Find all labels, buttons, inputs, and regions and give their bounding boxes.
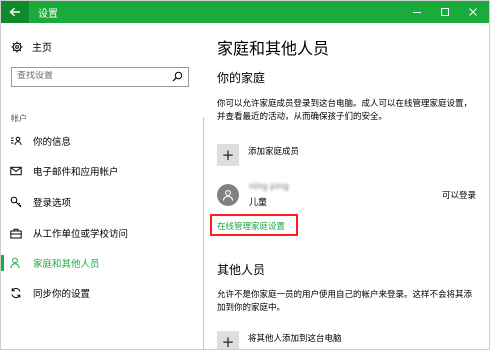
sidebar-item-work-school[interactable]: 从工作单位或学校访问 [1, 221, 199, 245]
add-family-member-label: 添加家庭成员 [248, 147, 300, 157]
sidebar-item-sign-in-options[interactable]: 登录选项 [1, 190, 199, 214]
sidebar-item-sync[interactable]: 同步你的设置 [1, 281, 199, 305]
plus-icon: + [217, 331, 239, 349]
arrow-left-icon [9, 7, 20, 17]
search-icon [172, 71, 183, 82]
search-input[interactable] [17, 71, 167, 81]
sync-icon [9, 286, 23, 300]
person-icon [9, 256, 23, 270]
add-family-member-button[interactable]: + 添加家庭成员 [217, 144, 299, 166]
home-label: 主页 [32, 43, 52, 54]
settings-window: 设置 主页 帐户 你的信息 电子邮件和应用帐户 登录 [0, 0, 490, 350]
sidebar-item-your-info[interactable]: 你的信息 [1, 129, 199, 153]
sidebar-item-email-accounts[interactable]: 电子邮件和应用帐户 [1, 159, 199, 183]
family-heading: 你的家庭 [217, 71, 266, 85]
family-member-row[interactable]: ning ping 儿童 可以登录 [217, 180, 479, 210]
avatar [217, 184, 239, 206]
member-name: ning ping [249, 182, 289, 192]
sidebar-item-label: 同步你的设置 [33, 289, 91, 300]
sidebar-item-label: 登录选项 [33, 198, 72, 209]
manage-family-link[interactable]: 在线管理家庭设置 [217, 220, 285, 232]
other-people-heading: 其他人员 [217, 263, 266, 277]
page-title: 家庭和其他人员 [217, 39, 330, 58]
person-icon [222, 190, 234, 201]
member-status: 可以登录 [442, 191, 477, 201]
briefcase-icon [9, 226, 23, 240]
active-indicator [1, 255, 4, 271]
back-button[interactable] [1, 1, 29, 23]
minimize-icon [413, 12, 421, 13]
section-label-accounts: 帐户 [11, 114, 27, 123]
sidebar: 主页 帐户 你的信息 电子邮件和应用帐户 登录选项 从工作单位或学校访问 家庭和… [1, 23, 199, 349]
title-bar: 设置 [1, 1, 489, 23]
close-icon [469, 8, 477, 16]
close-button[interactable] [459, 1, 487, 23]
sidebar-item-label: 电子邮件和应用帐户 [33, 167, 119, 178]
sidebar-item-label: 你的信息 [33, 137, 72, 148]
home-link[interactable]: 主页 [11, 39, 52, 54]
minimize-button[interactable] [403, 1, 431, 23]
other-people-description: 允许不是你家庭一员的用户使用自己的帐户来登录。这样不会将其添加到你的家庭中。 [217, 290, 473, 313]
highlight-box: 在线管理家庭设置 [210, 214, 298, 236]
maximize-button[interactable] [431, 1, 459, 23]
sidebar-item-label: 从工作单位或学校访问 [33, 229, 129, 240]
plus-icon: + [217, 144, 239, 166]
sidebar-item-family[interactable]: 家庭和其他人员 [1, 251, 199, 275]
mail-icon [9, 164, 23, 178]
sidebar-item-label: 家庭和其他人员 [33, 259, 100, 270]
gear-icon [11, 41, 23, 52]
key-icon [9, 195, 23, 209]
maximize-icon [441, 8, 449, 16]
search-box[interactable] [11, 67, 189, 87]
member-role: 儿童 [249, 198, 268, 208]
add-other-person-button[interactable]: + 将其他人添加到这台电脑 [217, 331, 342, 349]
window-title: 设置 [38, 9, 58, 20]
pane-divider [203, 117, 204, 349]
add-other-person-label: 将其他人添加到这台电脑 [248, 334, 342, 344]
family-description: 你可以允许家庭成员登录到这台电脑。成人可以在线管理家庭设置，并查看最近的活动，从… [217, 99, 473, 122]
contact-card-icon [9, 134, 23, 148]
